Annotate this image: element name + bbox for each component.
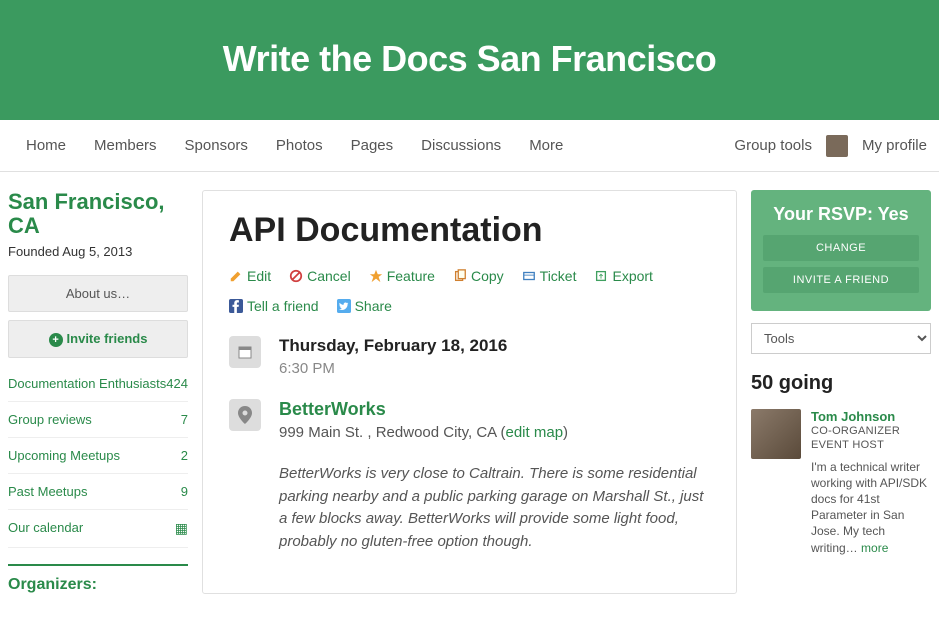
- stat-row[interactable]: Upcoming Meetups 2: [8, 438, 188, 474]
- tell-friend-label: Tell a friend: [247, 298, 319, 314]
- going-count: 50 going: [751, 372, 931, 395]
- location-heading: San Francisco, CA: [8, 190, 188, 238]
- copy-label: Copy: [471, 268, 504, 284]
- role-line-2: EVENT HOST: [811, 439, 884, 451]
- stat-label[interactable]: Group reviews: [8, 412, 92, 427]
- twitter-icon: [337, 299, 351, 313]
- avatar-icon[interactable]: [826, 135, 848, 157]
- venue-name[interactable]: BetterWorks: [279, 399, 568, 420]
- invite-friends-label: Invite friends: [67, 331, 148, 346]
- nav-members[interactable]: Members: [80, 121, 171, 170]
- cancel-label: Cancel: [307, 268, 351, 284]
- calendar-row[interactable]: Our calendar ▦: [8, 510, 188, 548]
- address-text: 999 Main St. , Redwood City, CA: [279, 424, 496, 441]
- bio-more-link[interactable]: more: [858, 541, 889, 555]
- stat-count: 9: [181, 484, 188, 499]
- nav-pages[interactable]: Pages: [337, 121, 408, 170]
- cancel-link[interactable]: Cancel: [289, 268, 351, 284]
- share-label: Share: [355, 298, 392, 314]
- nav-photos[interactable]: Photos: [262, 121, 337, 170]
- event-description: BetterWorks is very close to Caltrain. T…: [279, 463, 710, 553]
- stat-row[interactable]: Past Meetups 9: [8, 474, 188, 510]
- pin-icon: [229, 399, 261, 431]
- attendee-name[interactable]: Tom Johnson: [811, 409, 931, 424]
- stat-row[interactable]: Group reviews 7: [8, 402, 188, 438]
- calendar-link[interactable]: Our calendar: [8, 520, 83, 535]
- nav-discussions[interactable]: Discussions: [407, 121, 515, 170]
- facebook-icon: [229, 299, 243, 313]
- group-title: Write the Docs San Francisco: [0, 38, 939, 80]
- edit-link[interactable]: Edit: [229, 268, 271, 284]
- copy-link[interactable]: Copy: [453, 268, 504, 284]
- stat-count: 7: [181, 412, 188, 427]
- cancel-icon: [289, 269, 303, 283]
- edit-label: Edit: [247, 268, 271, 284]
- about-us-button[interactable]: About us…: [8, 275, 188, 312]
- nav-home[interactable]: Home: [12, 121, 80, 170]
- ticket-link[interactable]: Ticket: [522, 268, 577, 284]
- stat-row[interactable]: Documentation Enthusiasts 424: [8, 366, 188, 402]
- invite-friends-button[interactable]: + Invite friends: [8, 320, 188, 358]
- event-time: 6:30 PM: [279, 360, 507, 377]
- nav-more[interactable]: More: [515, 121, 577, 170]
- left-sidebar: San Francisco, CA Founded Aug 5, 2013 Ab…: [8, 190, 188, 594]
- group-tools-link[interactable]: Group tools: [734, 137, 812, 154]
- top-nav: Home Members Sponsors Photos Pages Discu…: [0, 120, 939, 172]
- group-banner: Write the Docs San Francisco: [0, 0, 939, 120]
- attendee-bio: I'm a technical writer working with API/…: [811, 459, 931, 556]
- invite-friend-button[interactable]: INVITE A FRIEND: [763, 267, 919, 293]
- event-title: API Documentation: [229, 211, 710, 250]
- venue-address: 999 Main St. , Redwood City, CA (edit ma…: [279, 424, 568, 441]
- calendar-icon: ▦: [175, 520, 188, 537]
- tell-friend-link[interactable]: Tell a friend: [229, 298, 319, 314]
- event-location-row: BetterWorks 999 Main St. , Redwood City,…: [229, 399, 710, 441]
- event-date: Thursday, February 18, 2016: [279, 336, 507, 356]
- stat-count: 2: [181, 448, 188, 463]
- attendee-avatar[interactable]: [751, 409, 801, 459]
- rsvp-status: Your RSVP: Yes: [763, 204, 919, 225]
- copy-icon: [453, 269, 467, 283]
- star-icon: [369, 269, 383, 283]
- rsvp-box: Your RSVP: Yes CHANGE INVITE A FRIEND: [751, 190, 931, 311]
- feature-label: Feature: [387, 268, 435, 284]
- stats-list: Documentation Enthusiasts 424 Group revi…: [8, 366, 188, 548]
- right-sidebar: Your RSVP: Yes CHANGE INVITE A FRIEND To…: [751, 190, 931, 594]
- tools-select[interactable]: Tools: [751, 323, 931, 354]
- ticket-icon: [522, 269, 536, 283]
- ticket-label: Ticket: [540, 268, 577, 284]
- organizers-heading: Organizers:: [8, 564, 188, 594]
- stat-label[interactable]: Documentation Enthusiasts: [8, 376, 166, 391]
- feature-link[interactable]: Feature: [369, 268, 435, 284]
- share-link[interactable]: Share: [337, 298, 392, 314]
- event-date-row: Thursday, February 18, 2016 6:30 PM: [229, 336, 710, 377]
- role-line-1: CO-ORGANIZER: [811, 425, 900, 437]
- event-main: API Documentation Edit Cancel Feature Co…: [202, 190, 737, 594]
- attendee-card: Tom Johnson CO-ORGANIZER EVENT HOST I'm …: [751, 409, 931, 556]
- plus-icon: +: [49, 333, 63, 347]
- pencil-icon: [229, 269, 243, 283]
- stat-label[interactable]: Upcoming Meetups: [8, 448, 120, 463]
- attendee-role: CO-ORGANIZER EVENT HOST: [811, 424, 931, 453]
- nav-sponsors[interactable]: Sponsors: [171, 121, 262, 170]
- export-link[interactable]: Export: [594, 268, 652, 284]
- event-actions: Edit Cancel Feature Copy Ticket Export T…: [229, 268, 710, 314]
- edit-map-link[interactable]: edit map: [506, 424, 564, 441]
- change-rsvp-button[interactable]: CHANGE: [763, 235, 919, 261]
- stat-label[interactable]: Past Meetups: [8, 484, 88, 499]
- stat-count: 424: [166, 376, 188, 391]
- clock-icon: [229, 336, 261, 368]
- my-profile-link[interactable]: My profile: [862, 137, 927, 154]
- founded-date: Founded Aug 5, 2013: [8, 244, 188, 259]
- export-label: Export: [612, 268, 652, 284]
- export-icon: [594, 269, 608, 283]
